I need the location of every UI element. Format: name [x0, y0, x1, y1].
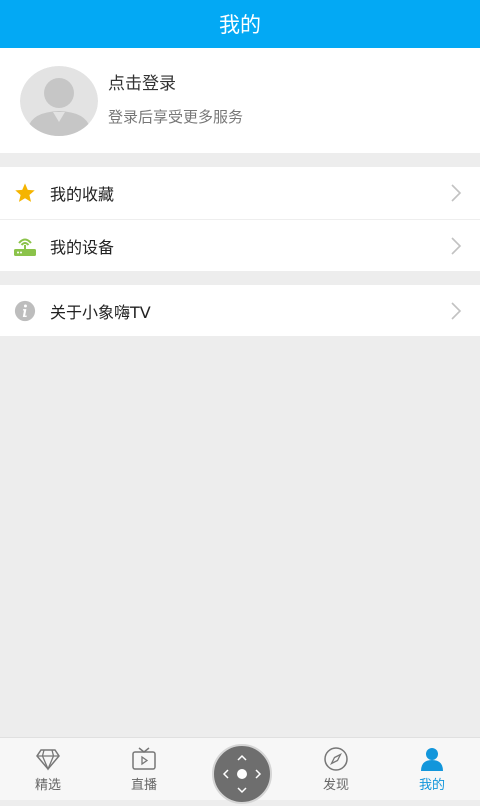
menu-item-about[interactable]: 关于小象嗨TV: [0, 285, 480, 337]
chevron-right-icon: [451, 302, 462, 320]
tab-label-live: 直播: [130, 778, 157, 793]
page-header: 我的: [0, 0, 480, 48]
bottom-tab-bar: 精选 直播 发现 我的: [0, 737, 480, 804]
remote-control-button[interactable]: [212, 744, 272, 804]
tab-label-mine: 我的: [418, 778, 445, 793]
remote-control-icon: [222, 754, 262, 794]
profile-section[interactable]: 点击登录 登录后享受更多服务: [0, 48, 480, 153]
menu-group-main: 我的收藏 我的设备: [0, 167, 480, 271]
person-icon: [421, 748, 443, 771]
compass-icon: [324, 747, 348, 771]
chevron-right-icon: [451, 184, 462, 202]
profile-text: 点击登录 登录后享受更多服务: [108, 72, 243, 128]
default-avatar-icon: [20, 66, 98, 136]
tab-live[interactable]: 直播: [96, 738, 192, 800]
login-subtitle: 登录后享受更多服务: [108, 108, 244, 126]
menu-item-favorites[interactable]: 我的收藏: [0, 167, 480, 219]
avatar[interactable]: [20, 66, 98, 136]
tab-mine[interactable]: 我的: [384, 738, 480, 800]
router-icon: [13, 234, 37, 258]
menu-label-about: 关于小象嗨TV: [50, 303, 151, 322]
menu-label-devices: 我的设备: [50, 237, 115, 257]
info-icon: [13, 299, 37, 323]
menu-label-favorites: 我的收藏: [50, 185, 115, 204]
chevron-right-icon: [451, 236, 462, 255]
tab-discover[interactable]: 发现: [288, 738, 384, 800]
menu-group-about: 关于小象嗨TV: [0, 285, 480, 336]
page-title: 我的: [219, 13, 261, 37]
login-title[interactable]: 点击登录: [108, 72, 243, 96]
star-icon: [13, 181, 37, 205]
menu-item-devices[interactable]: 我的设备: [0, 219, 480, 271]
tab-featured[interactable]: 精选: [0, 738, 96, 800]
tab-label-featured: 精选: [34, 778, 61, 793]
tv-icon: [132, 747, 156, 770]
tab-label-discover: 发现: [322, 778, 349, 793]
diamond-icon: [36, 749, 60, 771]
